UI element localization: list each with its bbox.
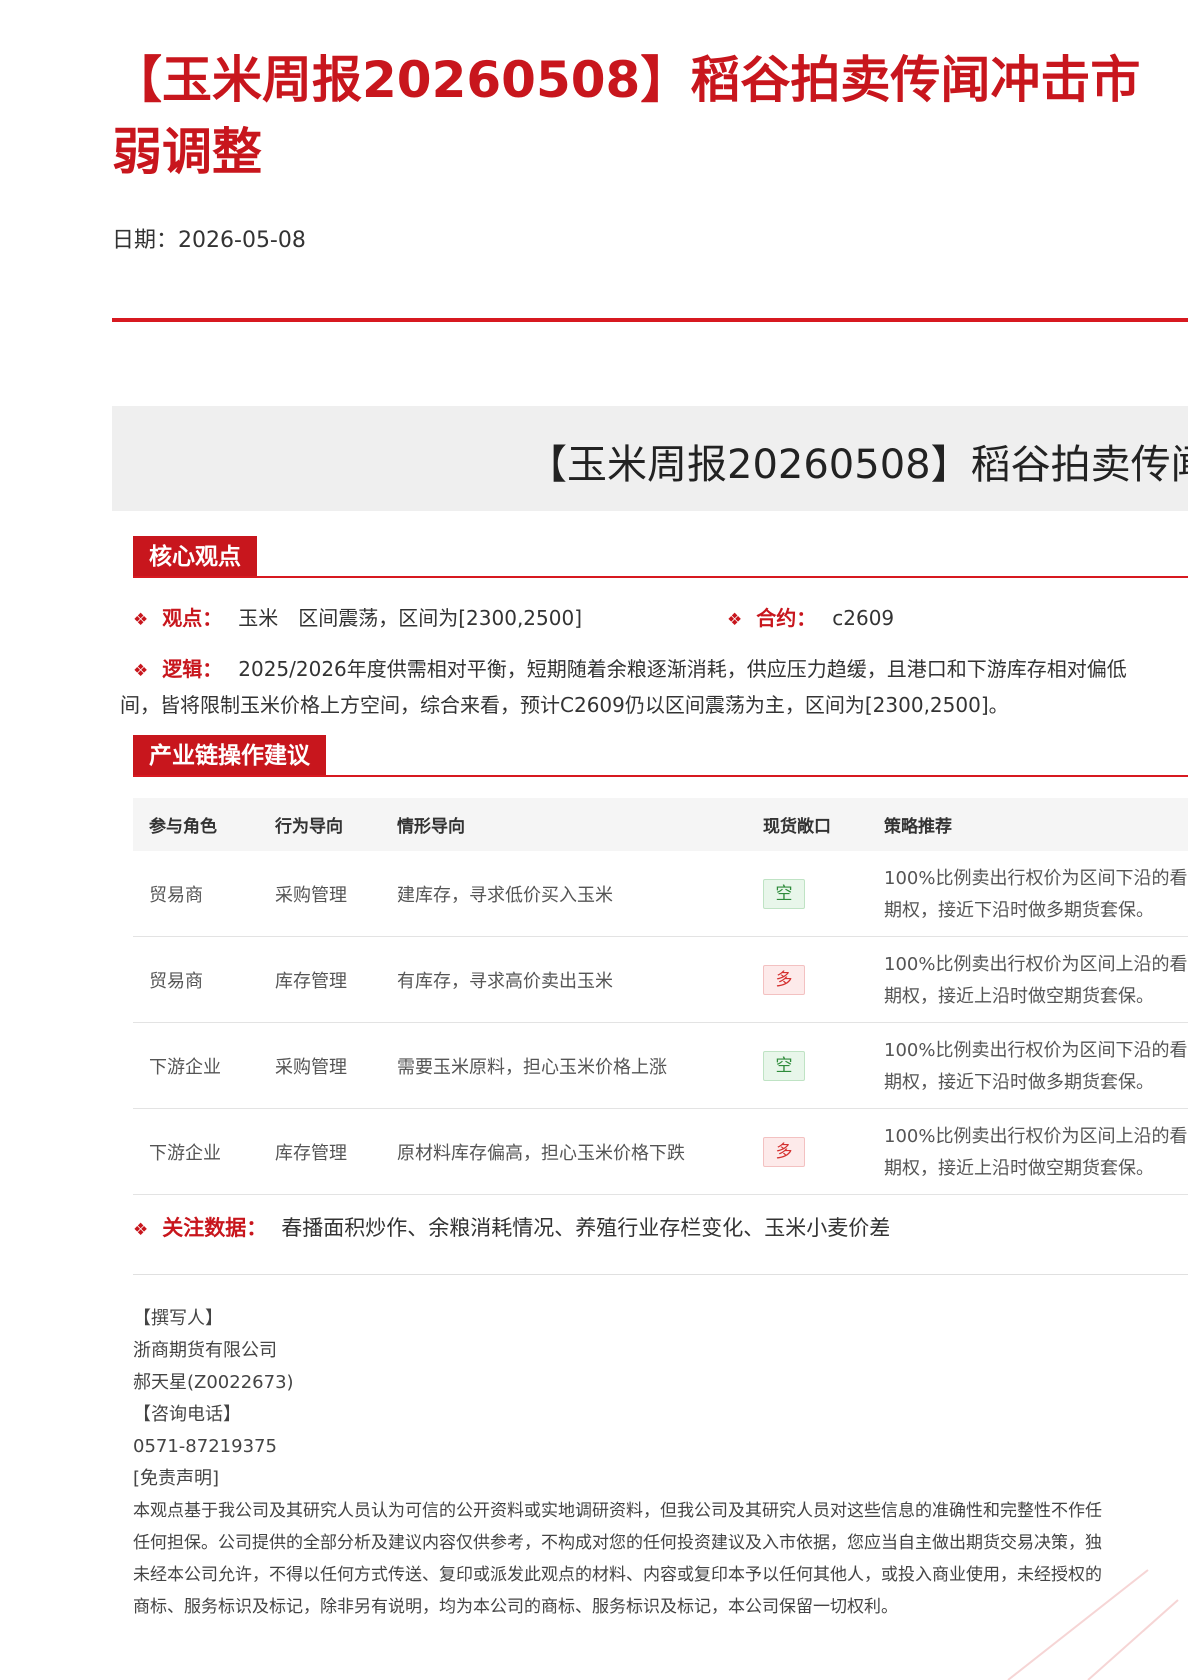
contract-item: ❖ 合约： c2609 <box>727 602 894 631</box>
behavior-cell: 库存管理 <box>259 936 381 1023</box>
logic-item: ❖ 逻辑： 2025/2026年度供需相对平衡，短期随着余粮逐渐消耗，供应压力趋缓，… <box>120 652 1188 722</box>
diamond-bullet-icon: ❖ <box>133 1220 149 1240</box>
exposure-cell: 空 <box>747 851 868 937</box>
table-row: 下游企业 库存管理 原材料库存偏高，担心玉米价格下跌 多 100%比例卖出行权价… <box>133 1108 1188 1195</box>
date-label: 日期： <box>112 228 179 253</box>
report-banner: 【玉米周报20260508】稻谷拍卖传闻 <box>112 406 1188 511</box>
title-divider <box>112 318 1188 322</box>
strategy-line-2: 期权，接近下沿时做多期货套保。 <box>884 1071 1154 1093</box>
scenario-cell: 需要玉米原料，担心玉米价格上涨 <box>381 1022 747 1109</box>
publish-date: 日期：2026-05-08 <box>112 222 306 254</box>
strategy-cell: 100%比例卖出行权价为区间上沿的看 期权，接近上沿时做空期货套保。 <box>868 1108 1188 1195</box>
exposure-badge-long: 多 <box>763 964 805 995</box>
date-value: 2026-05-08 <box>178 228 306 253</box>
disclaimer-label: [免责声明] <box>133 1468 220 1489</box>
section-chain-advice: 产业链操作建议 <box>133 735 1188 777</box>
section-rule <box>133 775 1188 777</box>
role-cell: 下游企业 <box>133 1022 259 1109</box>
scenario-cell: 原材料库存偏高，担心玉米价格下跌 <box>381 1108 747 1195</box>
table-row: 贸易商 库存管理 有库存，寻求高价卖出玉米 多 100%比例卖出行权价为区间上沿… <box>133 936 1188 1023</box>
scenario-cell: 有库存，寻求高价卖出玉米 <box>381 936 747 1023</box>
disclaimer-line: 任何担保。公司提供的全部分析及建议内容仅供参考，不构成对您的任何投资建议及入市依… <box>133 1533 1102 1553</box>
section-rule <box>133 576 1188 578</box>
role-cell: 贸易商 <box>133 936 259 1023</box>
logic-text-1: 2025/2026年度供需相对平衡，短期随着余粮逐渐消耗，供应压力趋缓，且港口和… <box>238 657 1127 681</box>
page-title-line-1: 【玉米周报20260508】稻谷拍卖传闻冲击市 <box>112 51 1141 109</box>
strategy-line-1: 100%比例卖出行权价为区间下沿的看 <box>884 867 1188 889</box>
exposure-badge-short: 空 <box>763 878 805 909</box>
strategy-cell: 100%比例卖出行权价为区间下沿的看 期权，接近下沿时做多期货套保。 <box>868 1022 1188 1109</box>
section-core-view: 核心观点 <box>133 536 1188 578</box>
view-item: ❖ 观点： 玉米 区间震荡，区间为[2300,2500] <box>133 602 582 631</box>
watch-key: 关注数据： <box>162 1216 268 1240</box>
diamond-bullet-icon: ❖ <box>727 610 743 630</box>
page-title: 【玉米周报20260508】稻谷拍卖传闻冲击市 弱调整 <box>112 44 1188 188</box>
strategy-line-1: 100%比例卖出行权价为区间上沿的看 <box>884 953 1188 975</box>
logic-line-1: ❖ 逻辑： 2025/2026年度供需相对平衡，短期随着余粮逐渐消耗，供应压力趋缓，… <box>133 652 1188 688</box>
behavior-cell: 采购管理 <box>259 851 381 937</box>
footer-divider <box>133 1274 1188 1275</box>
exposure-badge-long: 多 <box>763 1136 805 1167</box>
strategy-line-2: 期权，接近上沿时做空期货套保。 <box>884 1157 1154 1179</box>
logic-text-2: 间，皆将限制玉米价格上方空间，综合来看，预计C2609仍以区间震荡为主，区间为[… <box>120 693 1009 717</box>
table-header-row: 参与角色 行为导向 情形导向 现货敞口 策略推荐 <box>133 798 1188 851</box>
exposure-cell: 空 <box>747 1022 868 1109</box>
table-row: 下游企业 采购管理 需要玉米原料，担心玉米价格上涨 空 100%比例卖出行权价为… <box>133 1022 1188 1109</box>
writer-label: 【撰写人】 <box>133 1308 223 1329</box>
contract-key: 合约： <box>756 606 817 630</box>
page-title-line-2: 弱调整 <box>112 123 262 181</box>
logic-key: 逻辑： <box>162 657 223 681</box>
behavior-cell: 采购管理 <box>259 1022 381 1109</box>
table-row: 贸易商 采购管理 建库存，寻求低价买入玉米 空 100%比例卖出行权价为区间下沿… <box>133 851 1188 937</box>
strategy-line-2: 期权，接近下沿时做多期货套保。 <box>884 899 1154 921</box>
contract-value: c2609 <box>832 606 895 630</box>
scenario-cell: 建库存，寻求低价买入玉米 <box>381 851 747 937</box>
section-chain-advice-label: 产业链操作建议 <box>133 735 326 777</box>
exposure-cell: 多 <box>747 936 868 1023</box>
strategy-line-1: 100%比例卖出行权价为区间上沿的看 <box>884 1125 1188 1147</box>
section-core-view-label: 核心观点 <box>133 536 257 578</box>
diamond-bullet-icon: ❖ <box>133 661 149 681</box>
view-value: 玉米 区间震荡，区间为[2300,2500] <box>238 606 583 630</box>
column-header-exposure: 现货敞口 <box>747 798 868 851</box>
column-header-behavior: 行为导向 <box>259 798 381 851</box>
exposure-badge-short: 空 <box>763 1050 805 1081</box>
company-name: 浙商期货有限公司 <box>133 1340 277 1361</box>
watch-data-item: ❖ 关注数据： 春播面积炒作、余粮消耗情况、养殖行业存栏变化、玉米小麦价差 <box>133 1212 890 1242</box>
column-header-strategy: 策略推荐 <box>868 798 1188 851</box>
role-cell: 下游企业 <box>133 1108 259 1195</box>
role-cell: 贸易商 <box>133 851 259 937</box>
view-key: 观点： <box>162 606 223 630</box>
diamond-bullet-icon: ❖ <box>133 610 149 630</box>
watermark-graphic <box>1007 1569 1179 1680</box>
strategy-cell: 100%比例卖出行权价为区间下沿的看 期权，接近下沿时做多期货套保。 <box>868 851 1188 937</box>
column-header-scenario: 情形导向 <box>381 798 747 851</box>
exposure-cell: 多 <box>747 1108 868 1195</box>
author-name: 郝天星(Z0022673) <box>133 1372 294 1393</box>
banner-title: 【玉米周报20260508】稻谷拍卖传闻 <box>527 442 1188 488</box>
phone-number: 0571-87219375 <box>133 1436 277 1457</box>
column-header-role: 参与角色 <box>133 798 259 851</box>
disclaimer-line: 本观点基于我公司及其研究人员认为可信的公开资料或实地调研资料，但我公司及其研究人… <box>133 1501 1102 1521</box>
strategy-line-1: 100%比例卖出行权价为区间下沿的看 <box>884 1039 1188 1061</box>
watch-value: 春播面积炒作、余粮消耗情况、养殖行业存栏变化、玉米小麦价差 <box>281 1216 891 1240</box>
operation-table: 参与角色 行为导向 情形导向 现货敞口 策略推荐 贸易商 采购管理 建库存，寻求… <box>133 798 1188 1195</box>
phone-label: 【咨询电话】 <box>133 1404 241 1425</box>
strategy-line-2: 期权，接近上沿时做空期货套保。 <box>884 985 1154 1007</box>
strategy-cell: 100%比例卖出行权价为区间上沿的看 期权，接近上沿时做空期货套保。 <box>868 936 1188 1023</box>
behavior-cell: 库存管理 <box>259 1108 381 1195</box>
